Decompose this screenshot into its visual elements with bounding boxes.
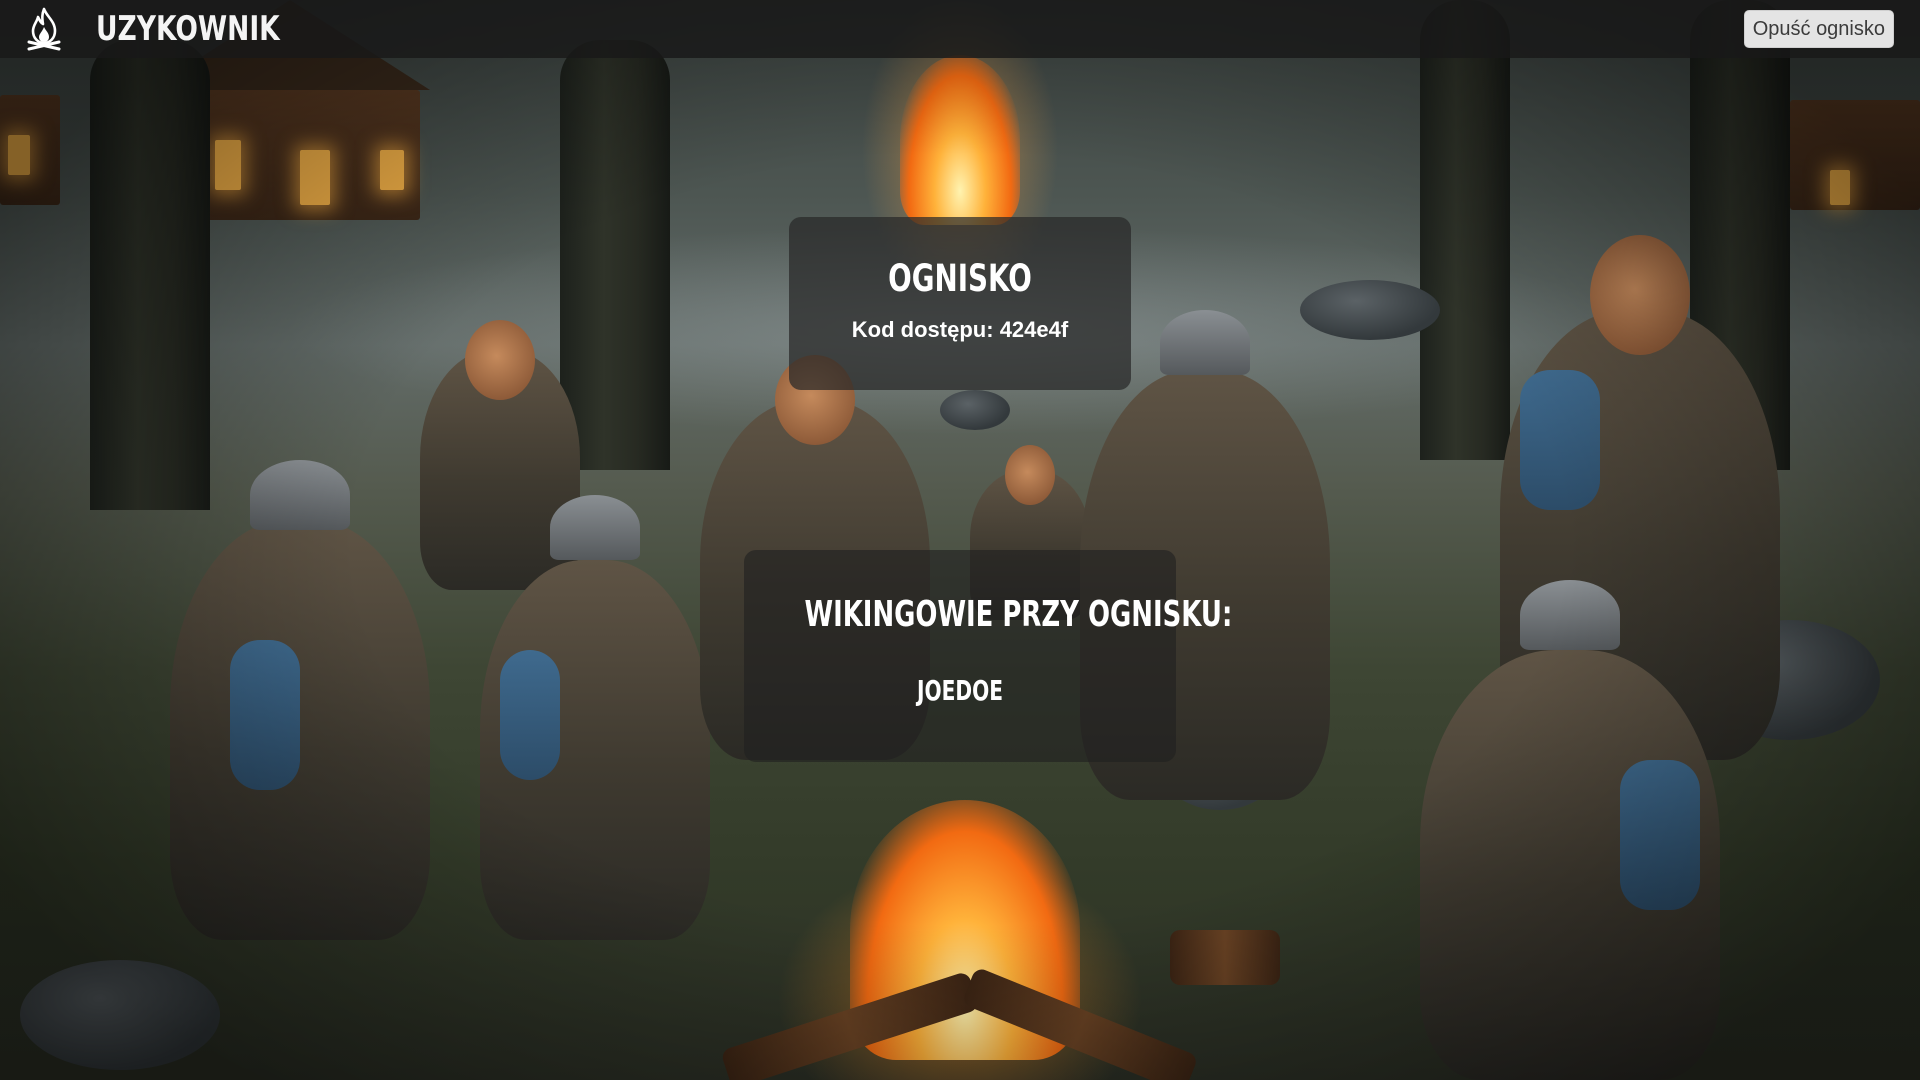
access-code-line: Kod dostępu: 424e4f [789, 317, 1131, 343]
top-bar: UZYKOWNIK Opuść ognisko [0, 0, 1920, 58]
viking-member: JOEDOE [916, 674, 1004, 707]
fire-info-panel: OGNISKO Kod dostępu: 424e4f [789, 217, 1131, 390]
access-code-label: Kod dostępu: [851, 317, 994, 342]
background-illustration [0, 0, 1920, 1080]
vikings-panel: WIKINGOWIE PRZY OGNISKU: JOEDOE [744, 550, 1233, 762]
vikings-list: JOEDOE [744, 674, 1176, 707]
fire-title: OGNISKO [888, 257, 1032, 300]
vignette [0, 0, 1920, 1080]
vikings-heading: WIKINGOWIE PRZY OGNISKU: [804, 594, 1233, 635]
access-code-value: 424e4f [999, 317, 1069, 342]
campfire-icon [24, 6, 64, 52]
username-label: UZYKOWNIK [96, 9, 280, 49]
leave-fire-button[interactable]: Opuść ognisko [1743, 10, 1894, 48]
